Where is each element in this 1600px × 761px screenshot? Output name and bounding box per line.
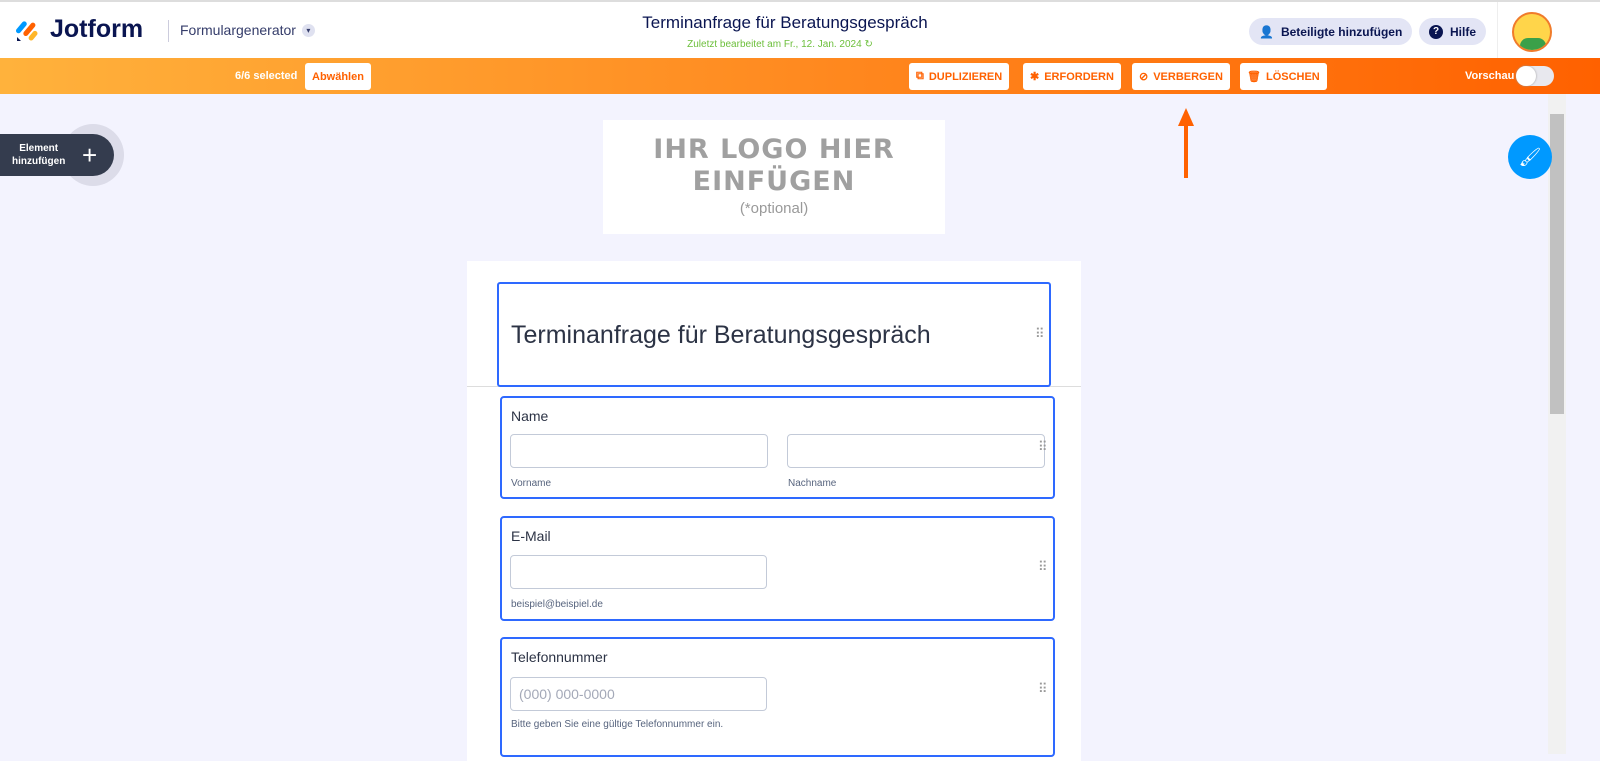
duplicate-icon: ⧉ [916, 70, 924, 82]
paint-roller-icon: 🖌 [1518, 146, 1542, 167]
selection-toolbar: 6/6 selected Abwählen ⧉ DUPLIZIEREN ✱ ERFO… [0, 58, 1600, 94]
drag-handle-icon[interactable]: ⠿ [1038, 560, 1048, 573]
add-participants-button[interactable]: 👤 Beteiligte hinzufügen [1249, 18, 1413, 45]
logo-optional: (*optional) [739, 200, 809, 217]
top-header: Jotform Formulargenerator ▾ Terminanfrage… [0, 0, 1600, 60]
last-name-input[interactable] [787, 434, 1045, 468]
form-heading: Terminanfrage für Beratungsgespräch [511, 321, 931, 349]
phone-field[interactable]: Telefonnummer (000) 000-0000 Bitte geben… [500, 637, 1055, 757]
logo-line: EINFÜGEN [692, 166, 856, 197]
user-icon: 👤 [1259, 24, 1274, 39]
form-heading-field[interactable]: Terminanfrage für Beratungsgespräch ⠿ [497, 282, 1051, 387]
email-field[interactable]: E-Mail beispiel@beispiel.de ⠿ [500, 516, 1055, 621]
add-element-label: hinzufügen [12, 156, 66, 167]
email-input[interactable] [510, 555, 767, 589]
field-label: Name [511, 408, 549, 424]
drag-handle-icon[interactable]: ⠿ [1038, 440, 1048, 453]
first-name-input[interactable] [510, 434, 768, 468]
phone-input[interactable]: (000) 000-0000 [510, 677, 767, 711]
sublabel: Vorname [511, 478, 552, 489]
preview-toggle[interactable] [1516, 66, 1554, 86]
hide-label: VERBERGEN [1153, 70, 1223, 83]
field-label: E-Mail [511, 528, 551, 544]
add-element-label: Element [19, 143, 59, 154]
arrow-up-icon [1178, 108, 1194, 178]
add-participants-label: Beteiligte hinzufügen [1280, 24, 1403, 39]
divider [1497, 2, 1498, 60]
scrollbar[interactable] [1548, 94, 1566, 754]
drag-handle-icon[interactable]: ⠿ [1038, 682, 1048, 695]
form-designer-button[interactable]: 🖌 [1508, 135, 1552, 179]
require-button[interactable]: ✱ ERFORDERN [1023, 63, 1121, 90]
help-button[interactable]: ? Hilfe [1419, 18, 1487, 45]
logo-placeholder[interactable]: IHR LOGO HIER EINFÜGEN (*optional) [603, 120, 945, 234]
history-icon[interactable]: ↻ [864, 39, 872, 50]
trash-icon: 🗑 [1247, 71, 1261, 83]
delete-button[interactable]: 🗑 LÖSCHEN [1240, 63, 1327, 90]
sublabel: Nachname [788, 478, 837, 489]
last-edited-text: Zuletzt bearbeitet am Fr., 12. Jan. 2024 [687, 39, 862, 50]
duplicate-label: DUPLIZIEREN [928, 70, 1003, 83]
require-label: ERFORDERN [1044, 70, 1114, 83]
logo-line: IHR LOGO HIER [653, 134, 895, 165]
avatar[interactable] [1512, 12, 1552, 52]
selection-count: 6/6 selected [235, 70, 298, 82]
deselect-button[interactable]: Abwählen [305, 63, 371, 90]
eye-off-icon: ⊘ [1139, 71, 1149, 83]
asterisk-icon: ✱ [1030, 71, 1040, 83]
name-field[interactable]: Name Vorname Nachname ⠿ [500, 396, 1055, 499]
drag-handle-icon[interactable]: ⠿ [1035, 327, 1045, 340]
preview-label: Vorschau [1465, 70, 1515, 82]
field-label: Telefonnummer [511, 649, 608, 665]
delete-label: LÖSCHEN [1265, 70, 1320, 83]
hide-button[interactable]: ⊘ VERBERGEN [1132, 63, 1230, 90]
plus-icon: + [82, 140, 98, 170]
sublabel: Bitte geben Sie eine gültige Telefonnumm… [511, 719, 724, 730]
sublabel: beispiel@beispiel.de [511, 599, 603, 610]
add-element-button[interactable]: Element hinzufügen + [0, 124, 124, 186]
duplicate-button[interactable]: ⧉ DUPLIZIEREN [909, 63, 1010, 90]
help-label: Hilfe [1450, 24, 1477, 39]
help-icon: ? [1429, 24, 1443, 39]
